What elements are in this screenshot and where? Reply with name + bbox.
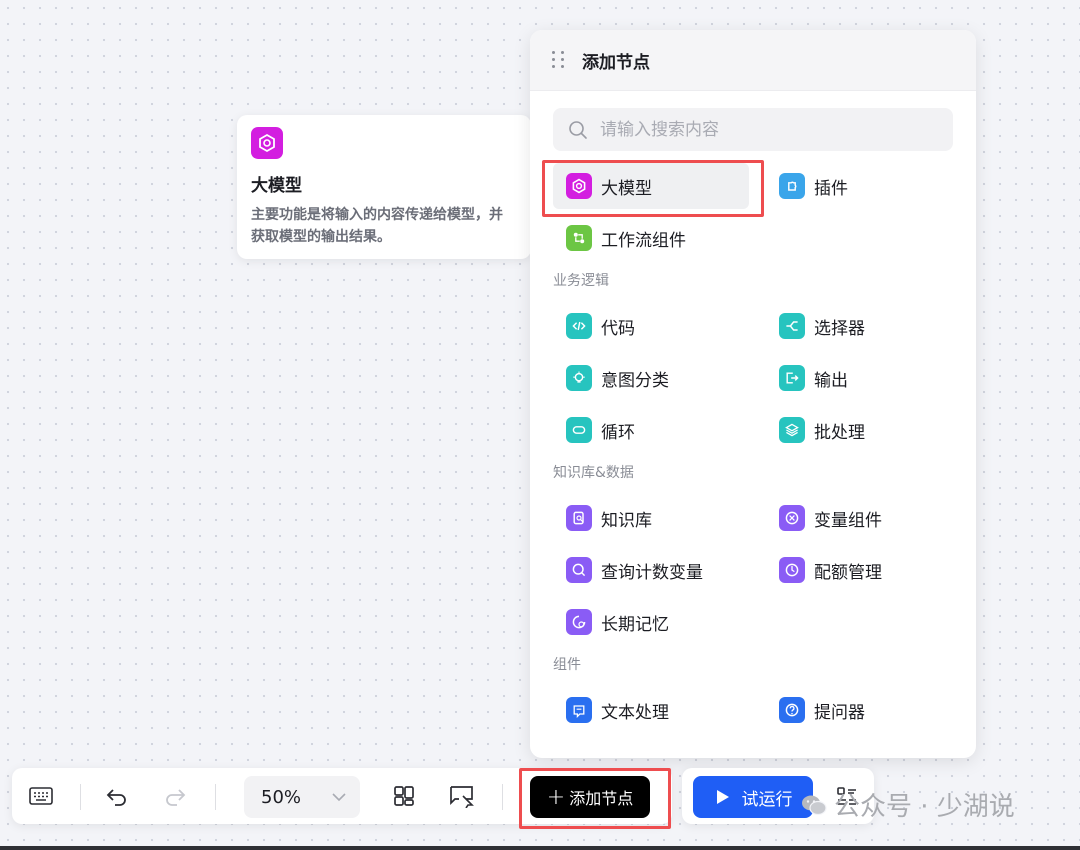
node-label: 插件 <box>814 178 848 199</box>
node-intent[interactable]: 意图分类 <box>553 355 747 401</box>
knowledge-base-icon <box>566 505 592 531</box>
node-label: 提问器 <box>814 702 865 723</box>
search-icon <box>569 120 587 139</box>
chevron-down-icon <box>332 793 346 802</box>
llm-icon <box>251 127 283 159</box>
node-knowledge-base[interactable]: 知识库 <box>553 495 747 541</box>
test-run-button[interactable]: 试运行 <box>693 776 813 818</box>
quota-icon <box>779 557 805 583</box>
text-process-icon <box>566 697 592 723</box>
workflow-icon <box>566 225 592 251</box>
node-label: 选择器 <box>814 318 865 339</box>
query-count-icon <box>566 557 592 583</box>
node-loop[interactable]: 循环 <box>553 407 747 453</box>
tooltip-title: 大模型 <box>251 176 302 196</box>
bottom-edge <box>0 846 1080 850</box>
node-text-process[interactable]: 文本处理 <box>553 687 747 733</box>
zoom-select[interactable]: 50% <box>244 776 360 818</box>
node-batch[interactable]: 批处理 <box>766 407 960 453</box>
plugin-icon <box>779 173 805 199</box>
panel-header: 添加节点 <box>530 30 976 91</box>
layout-icon[interactable] <box>390 783 418 809</box>
play-icon <box>716 790 729 804</box>
intent-icon <box>566 365 592 391</box>
node-output[interactable]: 输出 <box>766 355 960 401</box>
panel-title: 添加节点 <box>582 52 650 73</box>
add-node-panel: 添加节点 大模型 插件 工作流组件 业务逻辑 代码 选择器 <box>530 30 976 758</box>
question-icon <box>779 697 805 723</box>
memory-icon <box>566 609 592 635</box>
section-title-components: 组件 <box>553 657 581 673</box>
tooltip-description: 主要功能是将输入的内容传递给模型，并获取模型的输出结果。 <box>251 207 503 245</box>
code-icon <box>566 313 592 339</box>
batch-icon <box>779 417 805 443</box>
node-code[interactable]: 代码 <box>553 303 747 349</box>
node-label: 知识库 <box>601 510 652 531</box>
watermark: 公众号 · 少湖说 <box>800 786 1015 823</box>
node-label: 查询计数变量 <box>601 562 703 583</box>
search-input[interactable] <box>598 118 922 141</box>
loop-icon <box>566 417 592 443</box>
keyboard-icon[interactable] <box>26 783 56 809</box>
node-label: 循环 <box>601 422 635 443</box>
node-label: 文本处理 <box>601 702 669 723</box>
node-label: 输出 <box>814 370 848 391</box>
selector-icon <box>779 313 805 339</box>
node-questioner[interactable]: 提问器 <box>766 687 960 733</box>
redo-icon[interactable] <box>160 783 190 809</box>
zoom-value: 50% <box>261 786 302 808</box>
test-run-label: 试运行 <box>741 789 793 810</box>
output-icon <box>779 365 805 391</box>
undo-icon[interactable] <box>102 783 132 809</box>
node-query-count[interactable]: 查询计数变量 <box>553 547 747 593</box>
node-plugin[interactable]: 插件 <box>766 163 960 209</box>
node-label: 长期记忆 <box>601 614 669 635</box>
variable-icon <box>779 505 805 531</box>
search-box[interactable] <box>553 108 953 151</box>
node-label: 代码 <box>601 318 635 339</box>
node-tooltip: 大模型 主要功能是将输入的内容传递给模型，并获取模型的输出结果。 <box>237 115 531 259</box>
node-label: 意图分类 <box>601 370 669 391</box>
section-title-knowledge-data: 知识库&数据 <box>553 465 634 481</box>
highlight-box-llm <box>542 160 764 217</box>
node-long-memory[interactable]: 长期记忆 <box>553 599 747 645</box>
node-label: 工作流组件 <box>601 230 686 251</box>
drag-handle-icon[interactable] <box>552 51 566 69</box>
wechat-icon <box>802 795 827 815</box>
watermark-text: 公众号 · 少湖说 <box>834 792 1015 822</box>
node-label: 配额管理 <box>814 562 882 583</box>
section-title-business-logic: 业务逻辑 <box>553 273 609 289</box>
comment-icon[interactable] <box>446 783 478 809</box>
node-workflow[interactable]: 工作流组件 <box>553 215 747 261</box>
node-variable[interactable]: 变量组件 <box>766 495 960 541</box>
highlight-box-add-node <box>519 768 671 829</box>
node-selector[interactable]: 选择器 <box>766 303 960 349</box>
node-label: 变量组件 <box>814 510 882 531</box>
node-label: 批处理 <box>814 422 865 443</box>
node-quota[interactable]: 配额管理 <box>766 547 960 593</box>
